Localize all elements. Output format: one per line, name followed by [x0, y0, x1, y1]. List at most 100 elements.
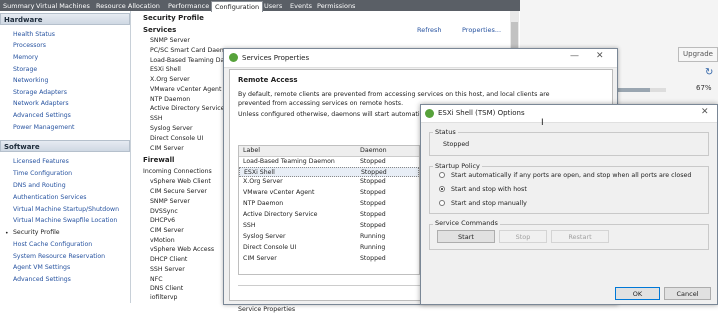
table-row[interactable]: NTP Daemon Stopped	[239, 199, 419, 209]
service-item: Direct Console UI	[150, 135, 204, 142]
stop-button[interactable]: Stop	[499, 230, 547, 243]
dialog-titlebar[interactable]: Services Properties — ✕	[224, 49, 617, 68]
firewall-item: CIM Secure Server	[150, 188, 207, 195]
tab-virtual-machines[interactable]: Virtual Machines	[33, 1, 93, 11]
tab-events[interactable]: Events	[287, 1, 315, 11]
service-item: Load-Based Teaming Da	[150, 57, 225, 64]
firewall-item: vSphere Web Client	[150, 178, 211, 185]
tab-permissions[interactable]: Permissions	[314, 1, 358, 11]
nav-time-configuration[interactable]: Time Configuration	[13, 170, 72, 177]
service-item: VMware vCenter Agent	[150, 86, 222, 93]
nav-network-adapters[interactable]: Network Adapters	[13, 100, 69, 107]
firewall-item: DVSSync	[150, 208, 178, 215]
service-item: PC/SC Smart Card Daemon	[150, 47, 234, 54]
table-row-selected[interactable]: ESXi Shell Stopped	[239, 167, 419, 177]
nav-advanced-settings-sw[interactable]: Advanced Settings	[13, 276, 71, 283]
nav-health-status[interactable]: Health Status	[13, 31, 55, 38]
table-row[interactable]: Load-Based Teaming Daemon Stopped	[239, 157, 419, 167]
nav-authentication-services[interactable]: Authentication Services	[13, 194, 86, 201]
nav-dns-routing[interactable]: DNS and Routing	[13, 182, 66, 189]
service-properties-label: Service Properties	[238, 306, 296, 313]
progress-label: 67%	[696, 84, 712, 92]
restart-button[interactable]: Restart	[551, 230, 609, 243]
service-item: NTP Daemon	[150, 96, 191, 103]
remote-access-note: Unless configured otherwise, daemons wil…	[238, 111, 436, 118]
nav-licensed-features[interactable]: Licensed Features	[13, 158, 69, 165]
option-start-with-host-label[interactable]: Start and stop with host	[451, 186, 527, 193]
nav-security-profile[interactable]: Security Profile	[13, 229, 60, 236]
nav-storage[interactable]: Storage	[13, 66, 37, 73]
table-header: Label Daemon	[239, 146, 419, 157]
service-item: SSH	[150, 115, 163, 122]
table-row[interactable]: Syslog Server Running	[239, 232, 419, 242]
nav-memory[interactable]: Memory	[13, 54, 38, 61]
remote-access-heading: Remote Access	[238, 76, 298, 84]
close-icon[interactable]: ✕	[701, 107, 709, 117]
esxi-shell-options-dialog: ESXi Shell (TSM) Options ✕ Status Stoppe…	[420, 104, 718, 305]
column-header-daemon[interactable]: Daemon	[360, 147, 387, 154]
service-item: ESXi Shell	[150, 66, 181, 73]
progress-fill	[618, 88, 650, 92]
table-row[interactable]: SSH Stopped	[239, 221, 419, 231]
radio-start-manually[interactable]	[439, 200, 445, 206]
nav-agent-vm-settings[interactable]: Agent VM Settings	[13, 264, 70, 271]
nav-host-cache-configuration[interactable]: Host Cache Configuration	[13, 241, 92, 248]
properties-link[interactable]: Properties...	[462, 26, 501, 34]
option-start-auto-label[interactable]: Start automatically if any ports are ope…	[451, 172, 691, 179]
top-tab-bar: Summary Virtual Machines Resource Alloca…	[0, 0, 520, 12]
startup-policy-label: Startup Policy	[433, 162, 482, 170]
nav-storage-adapters[interactable]: Storage Adapters	[13, 89, 67, 96]
tab-users[interactable]: Users	[261, 1, 285, 11]
close-icon[interactable]: ✕	[596, 51, 604, 61]
firewall-item: vSphere Web Access	[150, 246, 215, 253]
incoming-connections-label: Incoming Connections	[143, 168, 212, 175]
security-profile-title: Security Profile	[143, 14, 204, 22]
table-row[interactable]: VMware vCenter Agent Stopped	[239, 188, 419, 198]
table-row[interactable]: Direct Console UI Running	[239, 243, 419, 253]
tab-configuration[interactable]: Configuration	[211, 1, 264, 12]
dialog-title: Services Properties	[242, 54, 310, 62]
status-group-label: Status	[433, 128, 458, 136]
service-item: X.Org Server	[150, 76, 190, 83]
nav-vm-startup-shutdown[interactable]: Virtual Machine Startup/Shutdown	[13, 206, 119, 213]
tab-performance[interactable]: Performance	[165, 1, 212, 11]
software-header: Software	[0, 140, 130, 152]
upgrade-button[interactable]: Upgrade	[678, 47, 718, 62]
refresh-link[interactable]: Refresh	[417, 26, 442, 34]
nav-networking[interactable]: Networking	[13, 77, 48, 84]
ok-button[interactable]: OK	[615, 287, 660, 300]
nav-advanced-settings-hw[interactable]: Advanced Settings	[13, 112, 71, 119]
services-heading: Services	[143, 26, 177, 34]
firewall-item: iofiltervp	[150, 294, 178, 301]
refresh-icon[interactable]: ↻	[705, 67, 713, 78]
firewall-item: DHCP Client	[150, 256, 188, 263]
firewall-heading: Firewall	[143, 156, 175, 164]
tab-summary[interactable]: Summary	[0, 1, 37, 11]
service-commands-label: Service Commands	[433, 219, 500, 227]
status-group	[429, 132, 709, 156]
option-start-manually-label[interactable]: Start and stop manually	[451, 200, 527, 207]
firewall-item: vMotion	[150, 237, 175, 244]
column-header-label[interactable]: Label	[243, 147, 260, 154]
nav-power-management[interactable]: Power Management	[13, 124, 74, 131]
nav-processors[interactable]: Processors	[13, 42, 46, 49]
text-cursor-icon: I	[541, 118, 544, 128]
cancel-button[interactable]: Cancel	[664, 287, 711, 300]
minimize-icon[interactable]: —	[570, 51, 579, 61]
table-row[interactable]: Active Directory Service Stopped	[239, 210, 419, 220]
tab-resource-allocation[interactable]: Resource Allocation	[93, 1, 163, 11]
dialog-titlebar[interactable]: ESXi Shell (TSM) Options ✕	[421, 105, 717, 123]
table-row[interactable]: CIM Server Stopped	[239, 254, 419, 264]
radio-start-auto[interactable]	[439, 172, 445, 178]
start-button[interactable]: Start	[437, 230, 495, 243]
service-item: CIM Server	[150, 145, 184, 152]
firewall-item: NFC	[150, 276, 163, 283]
nav-system-resource-reservation[interactable]: System Resource Reservation	[13, 253, 105, 260]
vmware-app-icon	[229, 53, 238, 62]
radio-start-with-host[interactable]	[439, 186, 445, 192]
table-row[interactable]: X.Org Server Stopped	[239, 177, 419, 187]
nav-vm-swapfile-location[interactable]: Virtual Machine Swapfile Location	[13, 217, 117, 224]
firewall-item: SSH Server	[150, 266, 185, 273]
vmware-app-icon	[425, 109, 434, 118]
status-value: Stopped	[443, 141, 470, 148]
